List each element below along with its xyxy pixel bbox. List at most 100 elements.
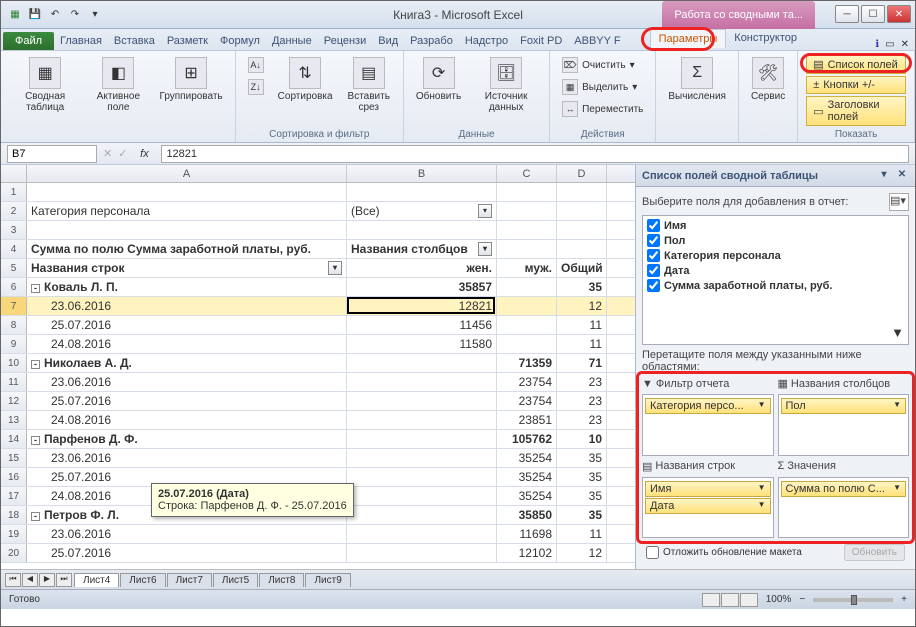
col-header-A[interactable]: A — [27, 165, 347, 182]
cell[interactable]: 23 — [557, 373, 607, 391]
field-chip[interactable]: Пол▼ — [781, 398, 907, 414]
zoom-slider[interactable] — [813, 598, 893, 602]
cell[interactable] — [497, 240, 557, 258]
cell[interactable]: 35 — [557, 449, 607, 467]
cell[interactable] — [347, 449, 497, 467]
filter-button[interactable]: ▾ — [328, 261, 342, 275]
area-vals[interactable]: Сумма по полю С...▼ — [778, 477, 910, 539]
cell[interactable] — [347, 411, 497, 429]
expand-toggle[interactable]: - — [31, 360, 40, 369]
cell[interactable]: 23851 — [497, 411, 557, 429]
cell[interactable]: 11 — [557, 525, 607, 543]
field-chip[interactable]: Сумма по полю С...▼ — [781, 481, 907, 497]
maximize-button[interactable]: ☐ — [861, 5, 885, 23]
row-header[interactable]: 17 — [1, 487, 27, 505]
tab-foxit[interactable]: Foxit PD — [514, 32, 568, 50]
formula-bar[interactable]: 12821 — [161, 145, 909, 163]
cell[interactable]: 10 — [557, 430, 607, 448]
cell[interactable] — [557, 240, 607, 258]
cell[interactable]: 35 — [557, 278, 607, 296]
sheet-tab[interactable]: Лист6 — [120, 573, 165, 587]
tools-button[interactable]: 🛠Сервис — [747, 55, 789, 104]
cell[interactable] — [497, 297, 557, 315]
field-chip[interactable]: Категория персо...▼ — [645, 398, 771, 414]
field-item[interactable]: Категория персонала — [645, 248, 906, 263]
cell[interactable]: 23754 — [497, 373, 557, 391]
field-checkbox[interactable] — [647, 234, 660, 247]
tab-options[interactable]: Параметры — [650, 29, 727, 48]
cell[interactable] — [347, 392, 497, 410]
cell[interactable] — [497, 202, 557, 220]
zoom-out-button[interactable]: − — [799, 594, 805, 605]
filter-button[interactable]: ▾ — [478, 204, 492, 218]
row-header[interactable]: 14 — [1, 430, 27, 448]
cell[interactable]: Категория персонала — [27, 202, 347, 220]
tab-abbyy[interactable]: ABBYY F — [568, 32, 626, 50]
row-header[interactable]: 1 — [1, 183, 27, 201]
cell[interactable] — [27, 221, 347, 239]
field-list[interactable]: Имя Пол Категория персонала Дата Сумма з… — [642, 215, 909, 345]
col-header-C[interactable]: C — [497, 165, 557, 182]
field-item[interactable]: Дата — [645, 263, 906, 278]
cell[interactable]: 25.07.2016 — [27, 392, 347, 410]
row-header[interactable]: 4 — [1, 240, 27, 258]
row-header[interactable]: 13 — [1, 411, 27, 429]
tab-layout[interactable]: Разметк — [161, 32, 214, 50]
cell[interactable] — [497, 335, 557, 353]
pane-layout-button[interactable]: ▤▾ — [889, 193, 909, 211]
close-button[interactable]: ✕ — [887, 5, 911, 23]
cell[interactable] — [347, 468, 497, 486]
calc-button[interactable]: ΣВычисления — [664, 55, 730, 104]
cell[interactable]: 35 — [557, 487, 607, 505]
cell[interactable]: 12102 — [497, 544, 557, 562]
cell[interactable]: 23 — [557, 392, 607, 410]
cell[interactable]: 23.06.2016 — [27, 297, 347, 315]
expand-buttons-button[interactable]: ±Кнопки +/- — [806, 76, 906, 94]
cell[interactable] — [497, 278, 557, 296]
row-header[interactable]: 3 — [1, 221, 27, 239]
cell[interactable]: 11456 — [347, 316, 497, 334]
datasource-button[interactable]: 🗄Источник данных — [471, 55, 541, 115]
sheet-nav-first[interactable]: ⏮ — [5, 573, 21, 587]
cell[interactable]: 35254 — [497, 449, 557, 467]
cell[interactable]: 24.08.2016 — [27, 335, 347, 353]
cell[interactable] — [497, 183, 557, 201]
excel-icon[interactable]: ▦ — [7, 7, 23, 23]
select-button[interactable]: ▦Выделить ▾ — [558, 77, 647, 97]
cell[interactable] — [347, 487, 497, 505]
cell[interactable]: 11 — [557, 335, 607, 353]
expand-toggle[interactable]: - — [31, 284, 40, 293]
sheet-nav-last[interactable]: ⏭ — [56, 573, 72, 587]
field-item[interactable]: Имя — [645, 218, 906, 233]
expand-toggle[interactable]: - — [31, 512, 40, 521]
redo-icon[interactable]: ↷ — [67, 7, 83, 23]
field-headers-button[interactable]: ▭Заголовки полей — [806, 96, 906, 126]
row-header[interactable]: 9 — [1, 335, 27, 353]
cell[interactable] — [497, 316, 557, 334]
row-header[interactable]: 2 — [1, 202, 27, 220]
cell[interactable]: 12 — [557, 544, 607, 562]
cell[interactable]: 11 — [557, 316, 607, 334]
cell[interactable] — [347, 506, 497, 524]
cell[interactable] — [497, 221, 557, 239]
clear-button[interactable]: ⌦Очистить ▾ — [558, 55, 647, 75]
zoom-value[interactable]: 100% — [766, 594, 792, 605]
sheet-tab[interactable]: Лист5 — [213, 573, 258, 587]
update-button[interactable]: Обновить — [844, 544, 905, 561]
cell[interactable] — [347, 544, 497, 562]
cell[interactable]: (Все)▾ — [347, 202, 497, 220]
field-checkbox[interactable] — [647, 219, 660, 232]
cell[interactable]: Общий и — [557, 259, 607, 277]
field-item[interactable]: Сумма заработной платы, руб. — [645, 278, 906, 293]
tab-insert[interactable]: Вставка — [108, 32, 161, 50]
cell[interactable]: 35857 — [347, 278, 497, 296]
sort-button[interactable]: ⇅Сортировка — [274, 55, 337, 104]
sheet-nav-prev[interactable]: ◀ — [22, 573, 38, 587]
field-list-button[interactable]: ▤Список полей — [806, 55, 906, 74]
cell[interactable]: Названия столбцов▾ — [347, 240, 497, 258]
tab-file[interactable]: Файл — [3, 32, 54, 50]
cell[interactable]: 35 — [557, 506, 607, 524]
cell[interactable]: Названия строк▾ — [27, 259, 347, 277]
fx-button[interactable]: fx — [133, 148, 155, 160]
undo-icon[interactable]: ↶ — [47, 7, 63, 23]
